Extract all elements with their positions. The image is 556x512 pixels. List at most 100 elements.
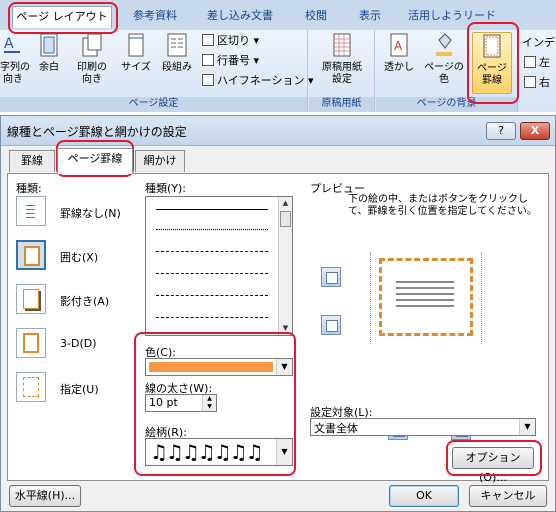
text-direction-icon: A bbox=[4, 36, 20, 53]
page-color-button[interactable]: ページの 色 bbox=[422, 32, 466, 86]
indent-left-label: 左 bbox=[539, 56, 550, 69]
line-style-dash-large[interactable] bbox=[156, 295, 268, 296]
line-style-dash-dot[interactable] bbox=[156, 317, 268, 318]
ribbon-body: A 字列の 向き 余白 印刷の 向き サイズ 段組み 区切り ▾ 行番号 ▾ ハ… bbox=[0, 30, 556, 112]
color-select[interactable]: ▼ bbox=[145, 358, 293, 376]
manuscript-icon bbox=[333, 33, 351, 57]
svg-text:A: A bbox=[4, 36, 14, 52]
line-style-list[interactable]: ▲ ▼ bbox=[145, 196, 293, 336]
chevron-down-icon[interactable]: ▼ bbox=[276, 359, 292, 375]
preview-bottom-border-button[interactable] bbox=[321, 315, 341, 335]
margins-label: 余白 bbox=[39, 62, 59, 73]
setting-3d-icon[interactable] bbox=[16, 328, 46, 358]
indent-right-label: 右 bbox=[539, 76, 550, 89]
setting-3d-label[interactable]: 3-D(D) bbox=[60, 337, 97, 350]
breaks-icon bbox=[202, 34, 214, 46]
tab-view[interactable]: 表示 bbox=[350, 6, 390, 28]
tab-borders[interactable]: 罫線 bbox=[9, 150, 55, 172]
borders-and-shading-dialog: 線種とページ罫線と網かけの設定 ? X 罫線 ページ罫線 網かけ 種類: 罫線な… bbox=[0, 115, 556, 512]
hyphenation-icon bbox=[202, 74, 214, 86]
setting-custom-label[interactable]: 指定(U) bbox=[60, 381, 99, 397]
svg-text:A: A bbox=[394, 39, 403, 53]
page-background-group: A 透かし ページの 色 ページ 罫線 ページの背景 bbox=[376, 30, 518, 112]
width-value[interactable]: 10 pt bbox=[149, 396, 178, 409]
apply-to-select[interactable]: 文書全体 ▼ bbox=[310, 418, 536, 436]
apply-to-value: 文書全体 bbox=[314, 422, 358, 435]
setting-shadow-icon[interactable] bbox=[16, 284, 46, 314]
scroll-thumb[interactable] bbox=[280, 211, 291, 227]
cancel-button[interactable]: キャンセル bbox=[469, 485, 547, 507]
setting-none-label[interactable]: 罫線なし(N) bbox=[60, 205, 121, 221]
columns-icon bbox=[167, 33, 187, 57]
margins-button[interactable]: 余白 bbox=[32, 32, 66, 74]
scroll-up-icon[interactable]: ▲ bbox=[281, 199, 290, 208]
text-direction-button[interactable]: A 字列の 向き bbox=[0, 32, 30, 86]
indent-right[interactable]: 右 bbox=[524, 74, 550, 92]
options-button[interactable]: オプション(O)... bbox=[452, 447, 534, 484]
width-spinner[interactable]: 10 pt ▲ ▼ bbox=[145, 394, 217, 412]
size-button[interactable]: サイズ bbox=[118, 32, 154, 74]
dialog-title-bar: 線種とページ罫線と網かけの設定 ? X bbox=[1, 116, 555, 146]
help-button[interactable]: ? bbox=[486, 122, 516, 140]
tab-shading[interactable]: 網かけ bbox=[135, 150, 185, 172]
tab-page-layout[interactable]: ページ レイアウト bbox=[12, 6, 112, 28]
indent-left[interactable]: 左 bbox=[524, 54, 550, 72]
line-style-dash-small[interactable] bbox=[156, 251, 268, 252]
scroll-down-icon[interactable]: ▼ bbox=[281, 324, 290, 333]
art-select[interactable]: ♫♫♫♫♫♫♫ ▼ bbox=[145, 438, 293, 466]
manuscript-settings-button[interactable]: 原稿用紙 設定 bbox=[313, 32, 371, 86]
tab-references[interactable]: 参考資料 bbox=[124, 6, 186, 28]
hyphenation-button[interactable]: ハイフネーション ▾ bbox=[202, 72, 314, 90]
page-borders-icon bbox=[483, 34, 501, 58]
ribbon: ページ レイアウト 参考資料 差し込み文書 校閲 表示 活用しようリード A 字… bbox=[0, 0, 556, 112]
page-borders-label: ページ 罫線 bbox=[477, 63, 507, 86]
line-style-solid[interactable] bbox=[156, 209, 268, 210]
page-borders-button[interactable]: ページ 罫線 bbox=[472, 32, 512, 94]
line-numbers-label: 行番号 bbox=[217, 54, 250, 67]
watermark-button[interactable]: A 透かし bbox=[380, 32, 418, 74]
indent-right-icon bbox=[524, 76, 536, 88]
margins-icon bbox=[40, 33, 58, 57]
ok-button[interactable]: OK bbox=[389, 485, 459, 507]
setting-box-label[interactable]: 囲む(X) bbox=[60, 249, 98, 265]
tab-page-border[interactable]: ページ罫線 bbox=[57, 148, 133, 174]
tab-review[interactable]: 校閲 bbox=[296, 6, 336, 28]
preview-page bbox=[379, 258, 473, 336]
setting-box-icon[interactable] bbox=[16, 240, 46, 270]
manuscript-group-label: 原稿用紙 bbox=[309, 97, 374, 112]
page-background-group-label: ページの背景 bbox=[376, 97, 517, 112]
line-style-dash[interactable] bbox=[156, 273, 268, 274]
breaks-label: 区切り bbox=[217, 34, 250, 47]
breaks-button[interactable]: 区切り ▾ bbox=[202, 32, 259, 50]
spin-up-icon[interactable]: ▲ bbox=[202, 395, 216, 403]
style-label: 種類(Y): bbox=[145, 182, 187, 195]
preview-top-border-button[interactable] bbox=[321, 267, 341, 287]
page-border-panel: 種類: 罫線なし(N) 囲む(X) 影付き(A) 3-D(D) 指定(U) 種類… bbox=[7, 173, 549, 484]
columns-button[interactable]: 段組み bbox=[158, 32, 196, 74]
watermark-icon: A bbox=[390, 33, 408, 57]
orientation-icon bbox=[82, 33, 102, 57]
tab-addin[interactable]: 活用しようリード bbox=[402, 6, 502, 28]
line-numbers-icon bbox=[202, 54, 214, 66]
horizontal-line-button[interactable]: 水平線(H)... bbox=[9, 485, 81, 507]
setting-custom-icon[interactable] bbox=[16, 372, 46, 402]
line-style-scrollbar[interactable]: ▲ ▼ bbox=[278, 197, 292, 335]
preview-area[interactable] bbox=[370, 252, 482, 344]
spin-down-icon[interactable]: ▼ bbox=[202, 403, 216, 411]
page-setup-group: A 字列の 向き 余白 印刷の 向き サイズ 段組み 区切り ▾ 行番号 ▾ ハ… bbox=[0, 30, 314, 112]
setting-shadow-label[interactable]: 影付き(A) bbox=[60, 293, 109, 309]
size-label: サイズ bbox=[121, 62, 151, 73]
setting-none-icon[interactable] bbox=[16, 196, 46, 226]
line-numbers-button[interactable]: 行番号 ▾ bbox=[202, 52, 259, 70]
text-direction-label: 字列の 向き bbox=[0, 62, 30, 85]
tab-mailings[interactable]: 差し込み文書 bbox=[198, 6, 282, 28]
page-color-label: ページの 色 bbox=[424, 62, 464, 85]
chevron-down-icon[interactable]: ▼ bbox=[519, 419, 535, 435]
orientation-button[interactable]: 印刷の 向き bbox=[70, 32, 114, 86]
paint-bucket-icon bbox=[436, 33, 452, 56]
close-button[interactable]: X bbox=[520, 122, 550, 140]
chevron-down-icon[interactable]: ▼ bbox=[276, 439, 292, 465]
setting-label: 種類: bbox=[16, 182, 42, 195]
art-value: ♫♫♫♫♫♫♫ bbox=[150, 440, 264, 464]
line-style-dotted[interactable] bbox=[156, 229, 268, 230]
